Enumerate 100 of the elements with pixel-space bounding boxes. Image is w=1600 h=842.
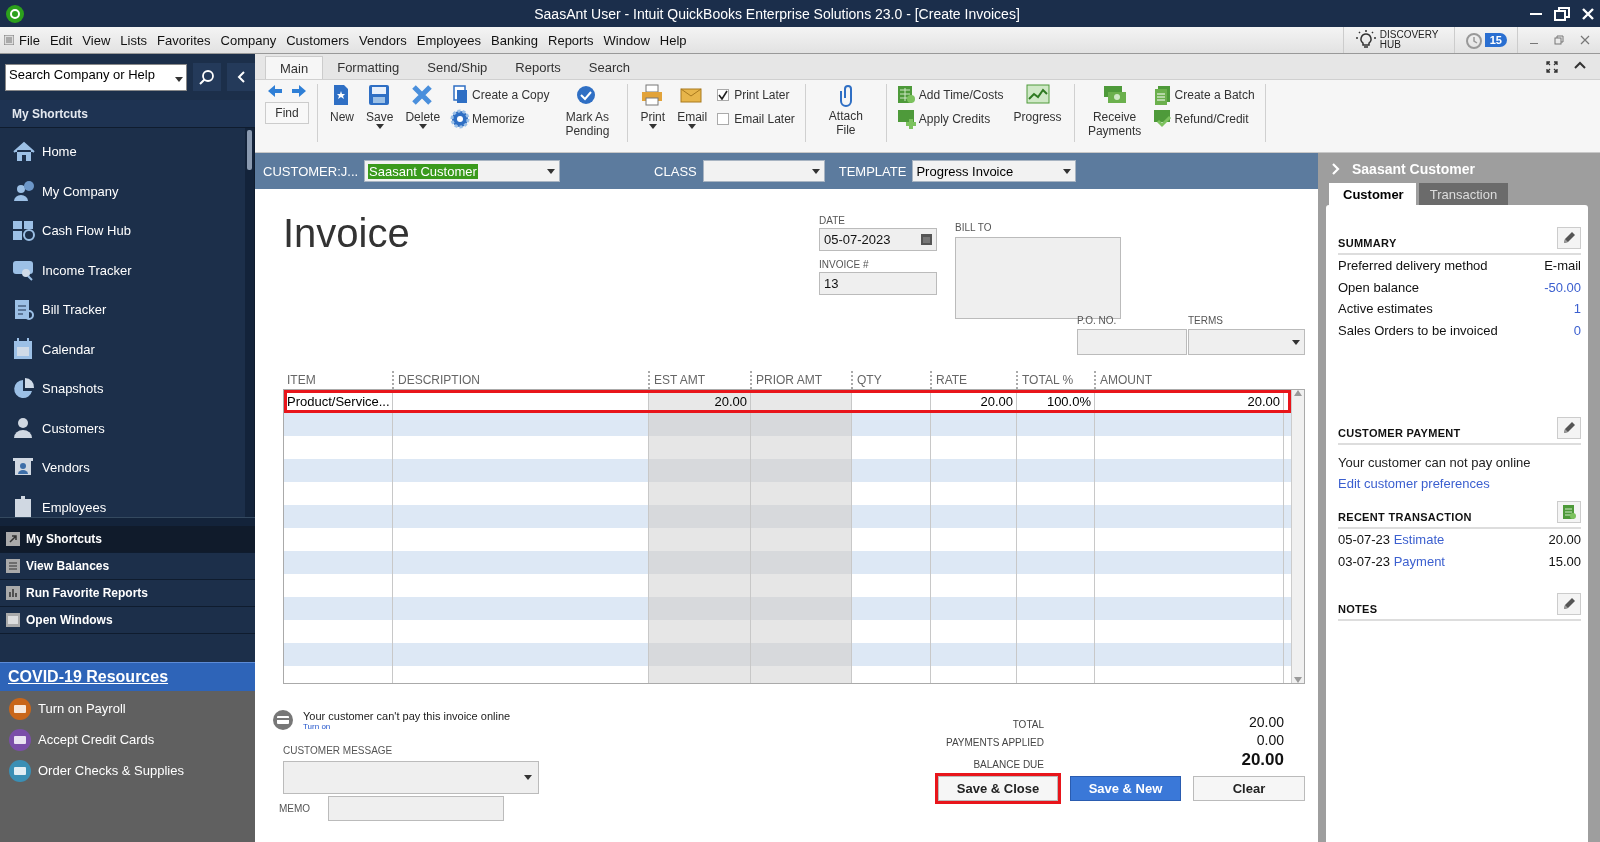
menu-item[interactable]: Customers: [281, 32, 354, 48]
action-button[interactable]: Save & New: [1070, 776, 1181, 801]
menu-item[interactable]: Help: [654, 32, 692, 48]
sidebar-item[interactable]: Income Tracker: [0, 250, 245, 290]
toolbar-button[interactable]: Delete: [403, 84, 443, 142]
menu-item[interactable]: Favorites: [152, 32, 216, 48]
section-button[interactable]: [1557, 501, 1581, 523]
checkbox[interactable]: [717, 113, 730, 125]
menu-item[interactable]: Banking: [486, 32, 543, 48]
resource-link[interactable]: Order Checks & Supplies: [0, 755, 190, 786]
splitter-handle[interactable]: [0, 517, 255, 526]
find-button[interactable]: Find: [265, 102, 309, 124]
menu-item[interactable]: Window: [598, 32, 655, 48]
sidebar-item[interactable]: Cash Flow Hub: [0, 211, 245, 251]
empty-row[interactable]: [284, 643, 1291, 666]
sidebar-item[interactable]: Snapshots: [0, 369, 245, 409]
calendar-icon: [921, 234, 932, 245]
arrow-right-icon: [291, 84, 307, 98]
toolbar-button[interactable]: Attach File: [815, 84, 876, 142]
ribbon-tab[interactable]: Reports: [501, 56, 575, 79]
toolbar-button[interactable]: Progress: [1011, 84, 1064, 142]
summary-link[interactable]: 1: [1573, 301, 1581, 317]
action-button[interactable]: Save & Close: [938, 776, 1058, 801]
summary-link[interactable]: 0: [1573, 322, 1581, 338]
menu-item[interactable]: Edit: [44, 32, 78, 48]
toolbar-button[interactable]: Refund/Credit: [1152, 108, 1255, 130]
transaction-amount: 15.00: [1548, 553, 1581, 569]
empty-row[interactable]: [284, 551, 1291, 574]
turn-on-link[interactable]: Turn on: [303, 722, 511, 731]
toolbar-button[interactable]: Mark As Pending: [557, 84, 618, 142]
menu-item[interactable]: Employees: [411, 32, 487, 48]
summary-link[interactable]: -50.00: [1544, 279, 1581, 295]
toolbar-button[interactable]: Create a Batch: [1152, 84, 1255, 106]
toolbar-button[interactable]: Memorize: [450, 108, 550, 130]
menu-item[interactable]: Vendors: [354, 32, 412, 48]
column-header: TOTAL %: [1016, 371, 1094, 389]
transaction-link[interactable]: Estimate: [1393, 532, 1445, 548]
template-dropdown[interactable]: Progress Invoice: [912, 160, 1077, 182]
sidebar-item[interactable]: Vendors: [0, 448, 245, 488]
empty-row[interactable]: [284, 597, 1291, 620]
table-row[interactable]: Product/Service... 20.00 20.00 100.0% 20.00: [284, 390, 1291, 413]
sidebar-item[interactable]: Calendar: [0, 329, 245, 369]
resource-link[interactable]: Turn on Payroll: [0, 693, 132, 724]
preferences-link[interactable]: Edit customer preferences: [1338, 476, 1490, 491]
chevron-right-icon: [1332, 163, 1340, 175]
toolbar-button[interactable]: Apply Credits: [896, 108, 1004, 130]
section-button[interactable]: [1557, 227, 1581, 249]
scrollbar[interactable]: [1291, 390, 1304, 683]
resources-link[interactable]: COVID-19 Resources: [0, 662, 255, 691]
ribbon-tab[interactable]: Formatting: [323, 56, 414, 79]
notification-badge[interactable]: 15: [1484, 33, 1507, 47]
sidebar-item[interactable]: Employees: [0, 487, 245, 517]
logo-icon: [6, 4, 24, 23]
total-value: 20.00: [1240, 750, 1284, 770]
menu-item[interactable]: Company: [215, 32, 282, 48]
ribbon-tab[interactable]: Search: [574, 56, 645, 79]
date-field[interactable]: 05-07-2023: [819, 228, 937, 251]
action-button[interactable]: Clear: [1193, 776, 1305, 801]
transaction-link[interactable]: Payment: [1393, 553, 1445, 569]
toolbar-button[interactable]: Print: [638, 84, 668, 142]
po-number-field[interactable]: [1077, 329, 1187, 355]
ribbon-tab[interactable]: Main: [265, 56, 324, 79]
toolbar-button[interactable]: Receive Payments: [1084, 84, 1145, 142]
menu-item[interactable]: Lists: [115, 32, 153, 48]
toolbar-button[interactable]: Email: [675, 84, 710, 142]
class-dropdown[interactable]: [702, 160, 825, 182]
sidebar-item[interactable]: Bill Tracker: [0, 290, 245, 330]
toolbar-button[interactable]: Create a Copy: [450, 84, 550, 106]
scrollbar-thumb[interactable]: [247, 130, 252, 170]
menu-item[interactable]: View: [77, 32, 116, 48]
menu-item[interactable]: Reports: [543, 32, 599, 48]
menu-item[interactable]: File: [14, 32, 45, 48]
sidebar-item[interactable]: Customers: [0, 408, 245, 448]
panel-tab[interactable]: Transaction: [1418, 183, 1509, 205]
section-button[interactable]: [1557, 417, 1581, 439]
customer-dropdown[interactable]: Saasant Customer: [364, 160, 561, 182]
memo-field[interactable]: [328, 796, 505, 821]
sidebar-item[interactable]: My Company: [0, 171, 245, 211]
sidebar-item[interactable]: Home: [0, 132, 245, 172]
scroll-up-icon: [1294, 390, 1302, 396]
discovery-hub-button[interactable]: DISCOVERY HUB: [1342, 27, 1454, 53]
panel-tab[interactable]: Customer: [1329, 183, 1416, 205]
collapse-button[interactable]: [227, 63, 255, 91]
search-field[interactable]: Search Company or Help: [5, 63, 187, 91]
customer-message-dropdown[interactable]: [283, 761, 539, 794]
checkbox[interactable]: [717, 89, 730, 101]
empty-row[interactable]: [284, 459, 1291, 482]
sidebar-nav-item[interactable]: My Shortcuts: [0, 526, 255, 553]
section-button[interactable]: [1557, 593, 1581, 615]
toolbar-button[interactable]: New: [328, 84, 356, 142]
ribbon-tab[interactable]: Send/Ship: [413, 56, 502, 79]
invoice-number-field[interactable]: 13: [819, 272, 937, 295]
search-button[interactable]: [193, 63, 221, 91]
toolbar-button[interactable]: Add Time/Costs: [896, 84, 1004, 106]
toolbar-button[interactable]: Save: [364, 84, 396, 142]
resource-link[interactable]: Accept Credit Cards: [0, 724, 161, 755]
terms-dropdown[interactable]: [1188, 329, 1305, 355]
field-label: CUSTOMER:J...: [263, 163, 359, 179]
empty-row[interactable]: [284, 505, 1291, 528]
empty-row[interactable]: [284, 413, 1291, 436]
